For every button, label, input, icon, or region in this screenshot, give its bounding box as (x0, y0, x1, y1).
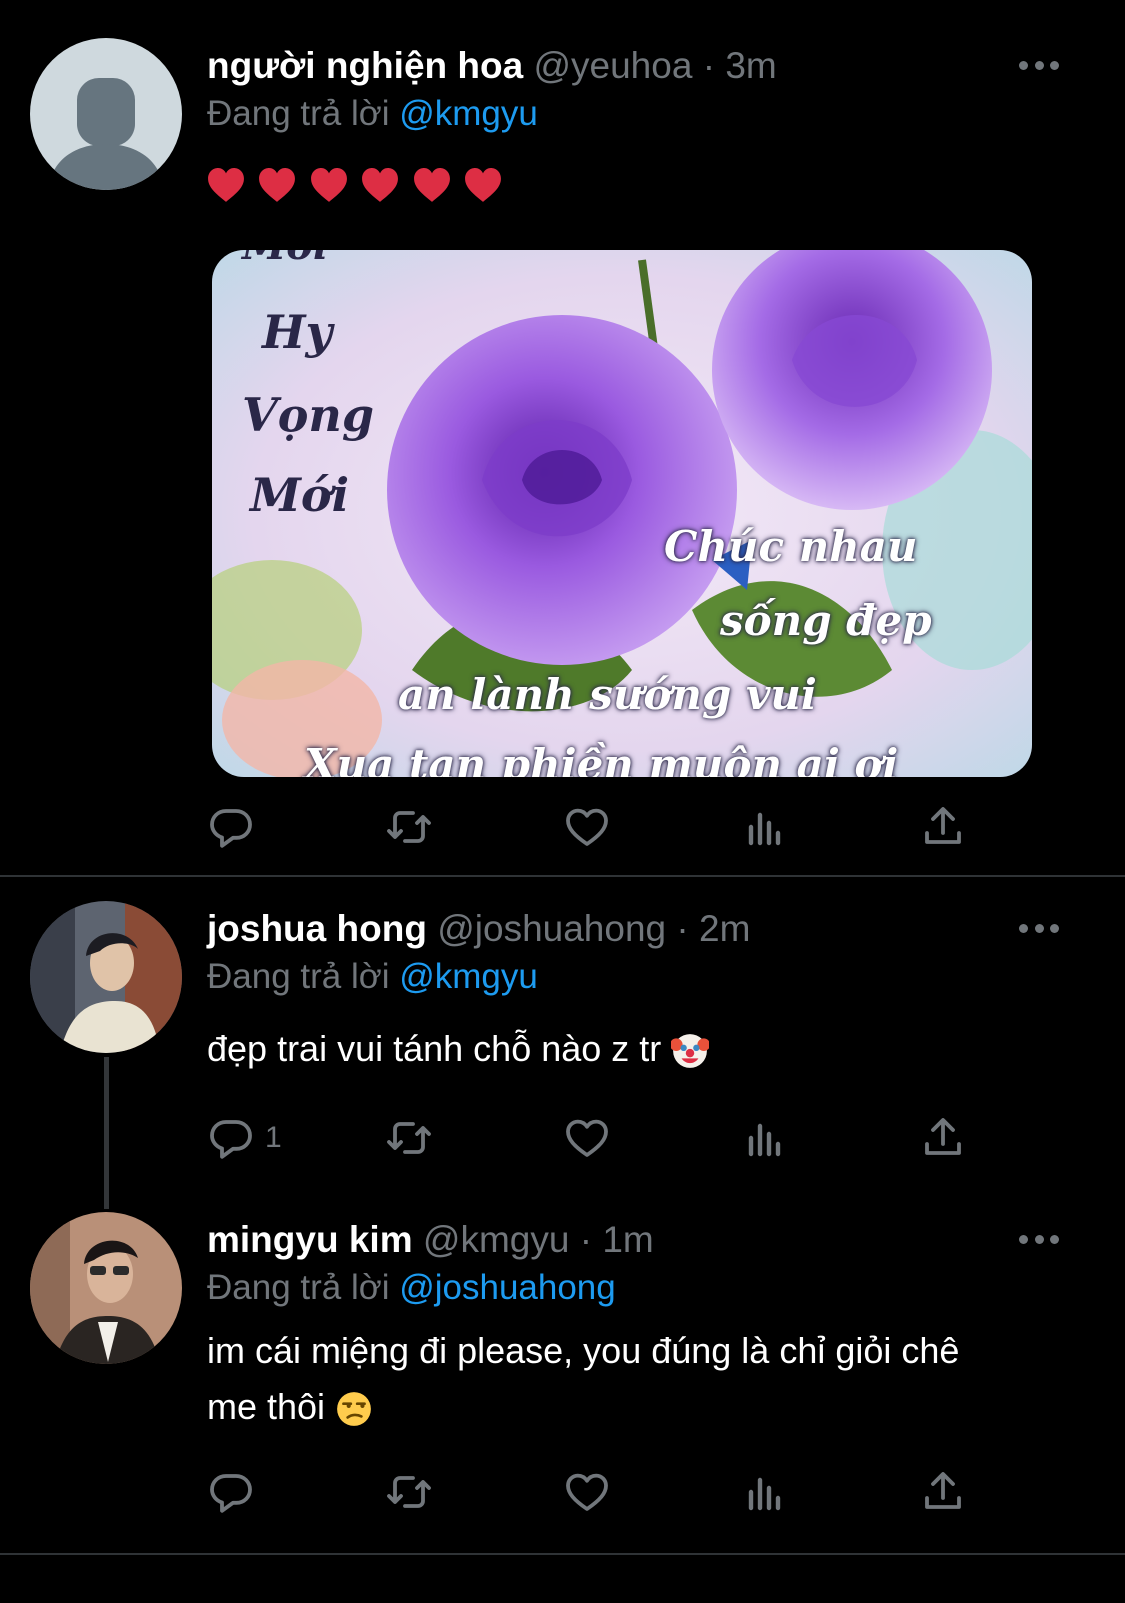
retweet-button[interactable] (385, 1467, 433, 1517)
retweet-icon (387, 1476, 431, 1508)
reply-button[interactable] (207, 1467, 265, 1517)
display-name[interactable]: người nghiện hoa (207, 45, 523, 86)
image-caption: an lành sướng vui (398, 670, 817, 719)
image-caption: Mới (242, 250, 328, 269)
tweet-text-line: me thôi (207, 1386, 326, 1427)
tweet-joshuahong[interactable]: joshua hong @joshuahong · 2m Đang trả lờ… (0, 877, 1125, 1209)
tweet-actions: 1 (207, 1113, 987, 1163)
tweet-text: im cái miệng đi please, you đúng là chỉ … (207, 1323, 1065, 1435)
retweet-button[interactable] (385, 1113, 433, 1163)
reply-icon (210, 1120, 252, 1159)
more-icon[interactable] (1019, 1232, 1059, 1246)
mention-link[interactable]: @joshuahong (399, 1268, 616, 1307)
reply-button[interactable] (207, 802, 265, 852)
share-button[interactable] (919, 802, 967, 852)
tweet-divider (0, 1553, 1125, 1555)
replying-to-label: Đang trả lời (207, 1268, 390, 1307)
tweet-text-hearts (207, 167, 511, 205)
clown-face-emoji (671, 1034, 710, 1069)
replying-to-label: Đang trả lời (207, 957, 390, 996)
default-avatar[interactable] (30, 38, 182, 190)
tweet-kmgyu[interactable]: mingyu kim @kmgyu · 1m Đang trả lời @jos… (0, 1197, 1125, 1553)
unamused-face-emoji (337, 1392, 371, 1427)
retweet-button[interactable] (385, 802, 433, 852)
like-button[interactable] (563, 1113, 611, 1163)
image-caption: Mới (250, 468, 350, 522)
analytics-button[interactable] (741, 802, 789, 852)
timestamp[interactable]: 1m (602, 1219, 653, 1260)
image-caption: sống đẹp (720, 596, 932, 645)
image-caption: Xua tan phiền muộn ai ơi (304, 740, 899, 777)
separator-dot: · (702, 45, 716, 86)
tweet-actions (207, 1467, 987, 1517)
image-caption: Chúc nhau (664, 522, 918, 571)
handle[interactable]: @kmgyu (423, 1219, 570, 1260)
tweet-text: đẹp trai vui tánh chỗ nào z tr (207, 1021, 1065, 1077)
image-caption: Vọng (242, 388, 374, 442)
tweet-text-content: đẹp trai vui tánh chỗ nào z tr (207, 1028, 662, 1069)
separator-dot: · (579, 1219, 593, 1260)
red-heart-emoji (259, 168, 296, 202)
red-heart-emoji (362, 168, 399, 202)
replying-to: Đang trả lời @kmgyu (207, 957, 538, 997)
timestamp[interactable]: 3m (725, 45, 776, 86)
analytics-button[interactable] (741, 1113, 789, 1163)
display-name[interactable]: mingyu kim (207, 1219, 413, 1260)
red-heart-emoji (465, 168, 502, 202)
avatar[interactable] (30, 1212, 182, 1364)
more-icon[interactable] (1019, 58, 1059, 72)
like-icon (566, 1473, 608, 1511)
tweet-header: joshua hong @joshuahong · 2m (207, 908, 1035, 950)
mention-link[interactable]: @kmgyu (399, 94, 538, 133)
separator-dot: · (676, 908, 689, 949)
timestamp[interactable]: 2m (699, 908, 750, 949)
red-heart-emoji (310, 168, 347, 202)
tweet-text-line-2: me thôi (207, 1379, 1065, 1435)
share-button[interactable] (919, 1113, 967, 1163)
reply-count: 1 (265, 1121, 282, 1154)
tweet-image[interactable]: Mới Hy Vọng Mới Chúc nhau sống đẹp an là… (212, 250, 1032, 777)
replying-to-label: Đang trả lời (207, 94, 390, 133)
replying-to: Đang trả lời @kmgyu (207, 94, 538, 134)
avatar[interactable] (30, 901, 182, 1053)
reply-icon (210, 809, 252, 848)
retweet-icon (387, 811, 431, 843)
handle[interactable]: @yeuhoa (533, 45, 692, 86)
handle[interactable]: @joshuahong (437, 908, 666, 949)
share-button[interactable] (919, 1467, 967, 1517)
like-button[interactable] (563, 802, 611, 852)
analytics-button[interactable] (741, 1467, 789, 1517)
analytics-icon (748, 1123, 781, 1157)
thread-connector (104, 1057, 109, 1209)
red-heart-emoji (413, 168, 450, 202)
reply-icon (210, 1474, 252, 1513)
share-icon (925, 1118, 961, 1155)
like-icon (566, 1119, 608, 1157)
retweet-icon (387, 1122, 431, 1154)
tweet-actions (207, 802, 987, 852)
like-icon (566, 808, 608, 846)
share-icon (925, 807, 961, 844)
reply-button[interactable]: 1 (207, 1113, 282, 1163)
image-caption: Hy (262, 305, 333, 359)
more-icon[interactable] (1019, 921, 1059, 935)
tweet-header: người nghiện hoa @yeuhoa · 3m (207, 45, 1035, 87)
mention-link[interactable]: @kmgyu (399, 957, 538, 996)
like-button[interactable] (563, 1467, 611, 1517)
red-heart-emoji (208, 168, 244, 202)
replying-to: Đang trả lời @joshuahong (207, 1268, 616, 1308)
analytics-icon (748, 1477, 781, 1511)
tweet-text-line: im cái miệng đi please, you đúng là chỉ … (207, 1330, 960, 1371)
display-name[interactable]: joshua hong (207, 908, 427, 949)
share-icon (925, 1472, 961, 1509)
analytics-icon (748, 812, 781, 846)
tweet-header: mingyu kim @kmgyu · 1m (207, 1219, 1035, 1261)
tweet-yeuhoa[interactable]: người nghiện hoa @yeuhoa · 3m Đang trả l… (0, 0, 1125, 875)
